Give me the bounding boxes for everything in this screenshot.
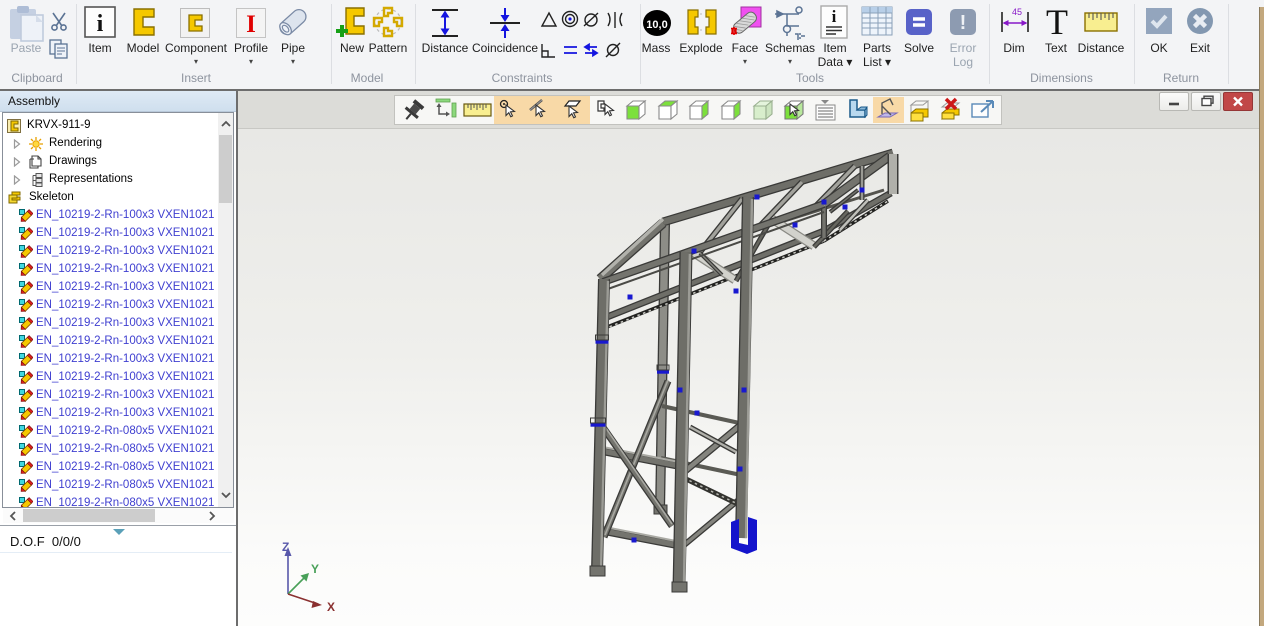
svg-text:i: i: [832, 7, 837, 26]
svg-text:X: X: [327, 600, 335, 614]
svg-text:i: i: [97, 11, 104, 37]
svg-text:10,0: 10,0: [646, 19, 667, 31]
svg-text:!: !: [960, 12, 967, 34]
svg-text:Z: Z: [282, 540, 289, 554]
svg-text:45: 45: [1012, 7, 1022, 17]
svg-text:I: I: [246, 11, 256, 38]
svg-text:Y: Y: [311, 562, 319, 576]
svg-text:T: T: [1046, 6, 1068, 38]
